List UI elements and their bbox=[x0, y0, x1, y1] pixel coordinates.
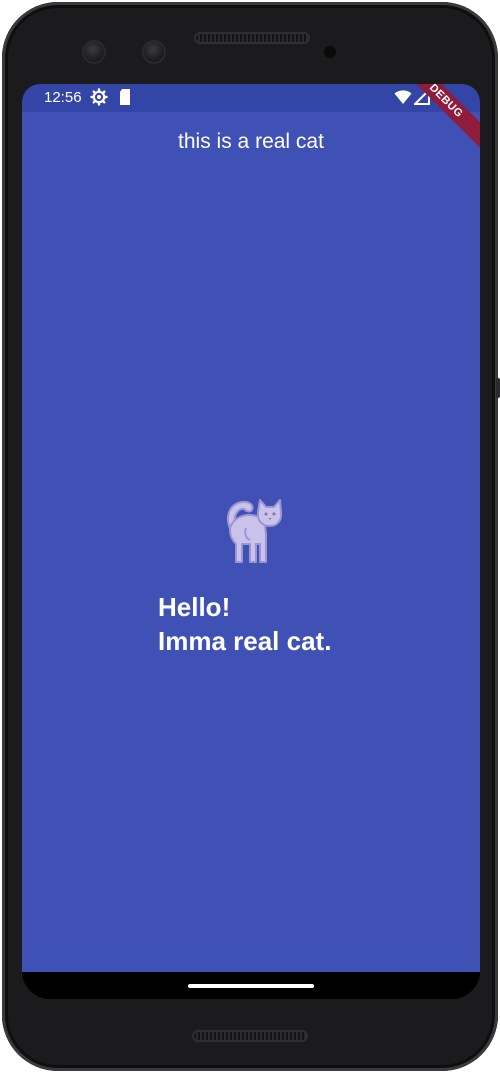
phone-top-bezel bbox=[2, 2, 498, 82]
home-gesture-pill[interactable] bbox=[188, 984, 314, 988]
settings-icon bbox=[90, 88, 108, 110]
bottom-speaker bbox=[192, 1030, 308, 1042]
phone-frame: 12:56 this is a real cat Hello! Imma rea… bbox=[2, 2, 500, 1071]
greeting-line-1: Hello! bbox=[158, 592, 231, 622]
cat-icon bbox=[220, 494, 286, 566]
proximity-sensor bbox=[324, 46, 336, 58]
navigation-bar bbox=[22, 972, 480, 999]
app-body: this is a real cat Hello! Imma real cat. bbox=[22, 112, 480, 972]
greeting-line-2: Imma real cat. bbox=[158, 626, 332, 656]
front-camera-right bbox=[142, 40, 166, 64]
greeting-text: Hello! Imma real cat. bbox=[158, 590, 331, 658]
front-camera-left bbox=[82, 40, 106, 64]
wifi-icon bbox=[394, 89, 412, 109]
earpiece-speaker bbox=[194, 32, 310, 44]
status-bar: 12:56 bbox=[22, 84, 480, 112]
sd-card-icon bbox=[118, 88, 132, 110]
screen: 12:56 this is a real cat Hello! Imma rea… bbox=[22, 84, 480, 999]
status-time: 12:56 bbox=[44, 89, 82, 106]
app-title: this is a real cat bbox=[178, 130, 324, 153]
side-button bbox=[496, 378, 500, 398]
